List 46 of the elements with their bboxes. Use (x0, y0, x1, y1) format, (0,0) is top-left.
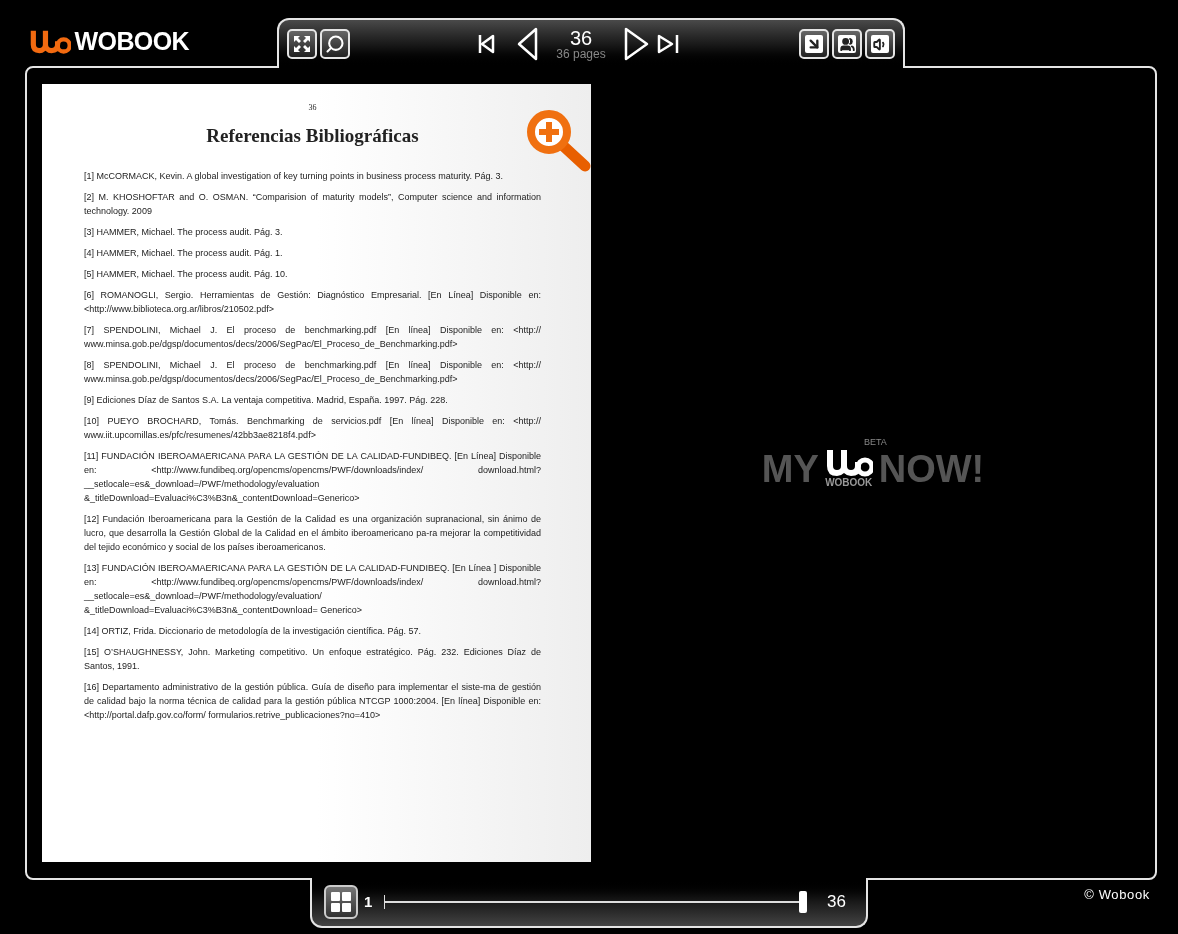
embed-button[interactable] (799, 29, 829, 59)
fullscreen-icon (292, 34, 312, 54)
reference-entry: [4] HAMMER, Michael. The process audit. Pág. 1. (84, 246, 284, 260)
reference-entry: [10] PUEYO BROCHARD, Tomás. Benchmarking de servicios.pdf [En línea] Disponible en: <http:// www.iit.upcomillas.es/pfc/resumenes/42bb3ae8218f4.pdf> (84, 414, 541, 442)
splash-logo-icon (824, 448, 873, 478)
slider-end-label: 36 (827, 891, 846, 914)
reference-entry: [13] FUNDACIÓN IBEROAMAERICANA PARA LA GESTIÓN DE LA CALIDAD-FUNDIBEQ. [En Línea ] Disponible en: <http://www.fundibeq.org/opencms/opencms/PWF/downloads/index/ download.html?__setlocale=es&_download=/PWF/methodology/evaluation/ &_titleDownload=Evaluaci%C3%B3n&_contentDownload= Generico> (84, 561, 541, 617)
splash-text: NOW! (878, 450, 985, 488)
beta-label: BETA (863, 436, 887, 449)
grid-icon (330, 891, 352, 913)
logo-text: WOBOOK (74, 26, 189, 58)
page-slider[interactable] (384, 891, 808, 913)
reference-entry: [2] M. KHOSHOFTAR and O. OSMAN. “Comparision of maturity models”, Computer science and information technology. 2009 (84, 190, 541, 218)
splash-logo-text: WOBOOK (825, 478, 873, 488)
reference-entry: [15] O’SHAUGHNESSY, John. Marketing competitivo. Un enfoque estratégico. Pág. 232. Ediciones Díaz de Santos, 1991. (84, 645, 541, 673)
slider-thumb[interactable] (799, 891, 808, 913)
zoom-in-icon[interactable] (525, 108, 591, 174)
reference-entry: [14] ORTIZ, Frida. Diccionario de metodología de la investigación científica. Pág. 57. (84, 624, 422, 638)
reference-entry: [9] Ediciones Díaz de Santos S.A. La ventaja competitiva. Madrid, España. 1997. Pág. 228. (84, 393, 449, 407)
thumbnails-button[interactable] (324, 885, 358, 919)
copyright-text: © Wobook (1084, 886, 1150, 904)
next-page-icon[interactable] (622, 26, 650, 62)
reference-entry: [6] ROMANOGLI, Sergio. Herramientas de Gestión: Diagnóstico Empresarial. [En Línea] Disponible en: <http://www.biblioteca.org.ar/libros/210502.pdf> (84, 288, 541, 316)
sound-button[interactable] (865, 29, 895, 59)
fullscreen-button[interactable] (287, 29, 317, 59)
reference-entry: [16] Departamento administrativo de la gestión pública. Guía de diseño para implementar el siste-ma de gestión de calidad bajo la norma técnica de calidad para la gestión pública NTCGP 1000:2004. [En línea] Disponible en: <http://portal.dafp.gov.co/form/ formularios.retrive_publicaciones?no=410> (84, 680, 541, 722)
current-page-number: 36 (569, 28, 593, 48)
share-button[interactable] (832, 29, 862, 59)
slider-start-label: 1 (364, 891, 373, 912)
speaker-icon (871, 35, 889, 53)
page-count: 36 pages (556, 48, 606, 60)
reference-entry: [8] SPENDOLINI, Michael J. El proceso de benchmarking.pdf [En línea] Disponible en: <http:// www.minsa.gob.pe/dgsp/documentos/decs/2006/SegPac/El_Proceso_de_Benchmarking.pdf> (84, 358, 541, 386)
reference-entry: [3] HAMMER, Michael. The process audit. Pág. 3. (84, 225, 284, 239)
reference-entry: [12] Fundación Iberoamericana para la Gestión de la Calidad es una organización supranacional, sin ánimo de lucro, que desarrolla la Gestión Global de la Calidad en el ámbito iberoamericano pa-ra mejorar la competitividad del tejido económico y social de los países iberoamericanos. (84, 512, 541, 554)
reference-entry: [7] SPENDOLINI, Michael J. El proceso de benchmarking.pdf [En línea] Disponible en: <http:// www.minsa.gob.pe/dgsp/documentos/decs/2006/SegPac/El_Proceso_de_Benchmarking.pdf> (84, 323, 541, 351)
previous-page-icon[interactable] (516, 26, 540, 62)
people-icon (838, 35, 856, 53)
search-button[interactable] (320, 29, 350, 59)
page-number: 36 (307, 102, 318, 114)
reference-entry: [5] HAMMER, Michael. The process audit. Pág. 10. (84, 267, 289, 281)
page-title: Referencias Bibliográficas (205, 124, 420, 148)
splash-text: MY (761, 450, 819, 488)
logo-icon (29, 29, 71, 55)
reference-entry: [11] FUNDACIÓN IBEROAMAERICANA PARA LA GESTIÓN DE LA CALIDAD-FUNDIBEQ. [En Línea] Disponible en: <http://www.fundibeq.org/opencms/opencms/PWF/downloads/index/ download.html?__setlocale=es&_download=/PWF/methodology/evaluation &_titleDownload=Evaluaci%C3%B3n&_contentDownload=Generico> (84, 449, 541, 505)
search-icon (325, 34, 345, 54)
reference-entry: [1] McCORMACK, Kevin. A global investigation of key turning points in business process maturity. Pág. 3. (84, 169, 505, 183)
